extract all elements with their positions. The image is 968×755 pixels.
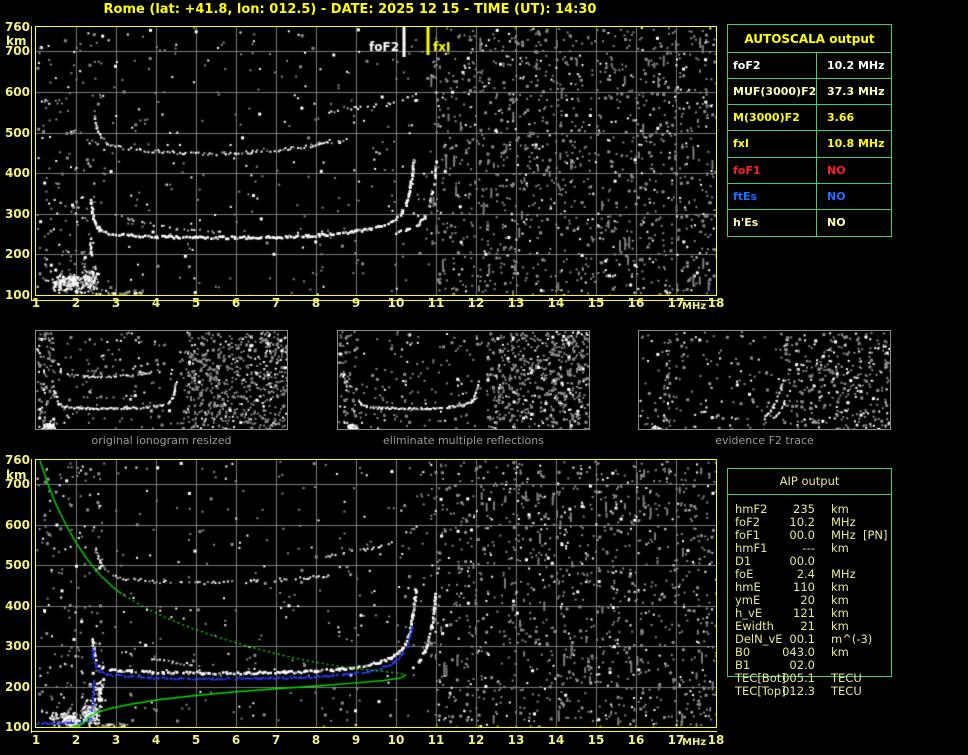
x-tick-label-bottom: 8 bbox=[311, 733, 321, 747]
bottom-plot-outer-axis-line bbox=[31, 459, 32, 733]
aip-row-unit: km bbox=[831, 645, 849, 659]
y-tick-label-top: 700 bbox=[4, 44, 30, 59]
thumbnail-original-ionogram bbox=[35, 330, 288, 430]
autoscala-row-value: NO bbox=[827, 189, 846, 203]
thumbnail-caption-2: eliminate multiple reflections bbox=[383, 434, 544, 447]
aip-row-unit: TECU bbox=[831, 684, 862, 698]
x-tick-label-bottom: 11 bbox=[427, 733, 445, 747]
autoscala-row-value: 37.3 MHz bbox=[827, 85, 885, 99]
autoscala-table-header: AUTOSCALA output bbox=[728, 25, 891, 53]
x-tick-label-top: 2 bbox=[71, 296, 81, 310]
autoscala-row-label: foF2 bbox=[728, 53, 817, 79]
top-ionogram-plot bbox=[35, 26, 717, 296]
x-tick-label-bottom: 6 bbox=[231, 733, 241, 747]
x-tick-label-bottom: 5 bbox=[191, 733, 201, 747]
x-tick-label-top: 12 bbox=[467, 296, 485, 310]
aip-row-value: 012.3 bbox=[782, 684, 815, 698]
x-tick-label-bottom: 3 bbox=[111, 733, 121, 747]
y-tick-label-bottom: 300 bbox=[4, 639, 30, 654]
x-tick-label-bottom: 7 bbox=[271, 733, 281, 747]
x-tick-label-top: 13 bbox=[507, 296, 525, 310]
x-tick-label-bottom: 14 bbox=[547, 733, 565, 747]
top-plot-outer-baseline bbox=[31, 300, 717, 301]
autoscala-row-m3000f2: M(3000)F2 3.66 bbox=[728, 105, 891, 132]
y-tick-label-top: 760 bbox=[4, 20, 30, 34]
y-tick-label-bottom: 200 bbox=[4, 679, 30, 694]
y-tick-label-bottom: 400 bbox=[4, 598, 30, 613]
x-tick-label-top: 7 bbox=[271, 296, 281, 310]
autoscala-row-value: 10.2 MHz bbox=[827, 59, 885, 73]
x-tick-label-top: 15 bbox=[587, 296, 605, 310]
x-tick-label-top: 17 bbox=[667, 296, 685, 310]
x-tick-label-top: 16 bbox=[627, 296, 645, 310]
thumbnail-evidence-f2 bbox=[638, 330, 891, 430]
x-tick-label-bottom: 2 bbox=[71, 733, 81, 747]
thumbnail-caption-3: evidence F2 trace bbox=[715, 434, 814, 447]
autoscala-row-label: ftEs bbox=[728, 183, 817, 209]
y-tick-label-bottom: 760 bbox=[4, 453, 30, 467]
bottom-plot-outer-baseline bbox=[31, 731, 717, 732]
x-tick-label-top: 11 bbox=[427, 296, 445, 310]
autoscala-row-hes: h'Es NO bbox=[728, 209, 891, 236]
aip-table-header: AIP output bbox=[779, 474, 840, 488]
y-tick-label-bottom: 700 bbox=[4, 477, 30, 492]
aip-row-unit: km bbox=[831, 541, 849, 555]
x-tick-label-top: 14 bbox=[547, 296, 565, 310]
aip-header-divider bbox=[727, 494, 892, 495]
x-tick-label-bottom: 13 bbox=[507, 733, 525, 747]
aip-output-table: AIP output hmF2 235 km foF2 10.2 MHz foF1 00.0 M… bbox=[727, 468, 892, 708]
y-tick-label-top: 400 bbox=[4, 166, 30, 181]
autoscala-row-label: M(3000)F2 bbox=[728, 105, 817, 131]
x-tick-label-bottom: 17 bbox=[667, 733, 685, 747]
aip-row-tectop: TEC[Top] 012.3 TECU bbox=[727, 685, 892, 698]
bottom-ionogram-plot bbox=[35, 459, 717, 728]
x-tick-label-bottom: 9 bbox=[351, 733, 361, 747]
x-tick-label-bottom: 15 bbox=[587, 733, 605, 747]
y-tick-label-top: 600 bbox=[4, 84, 30, 99]
autoscala-window: Rome (lat: +41.8, lon: 012.5) - DATE: 20… bbox=[0, 0, 968, 755]
x-tick-label-bottom: 1 bbox=[31, 733, 41, 747]
autoscala-row-ftes: ftEs NO bbox=[728, 183, 891, 210]
x-tick-label-top: 5 bbox=[191, 296, 201, 310]
x-tick-label-top: 9 bbox=[351, 296, 361, 310]
autoscala-row-fxi: fxI 10.8 MHz bbox=[728, 131, 891, 158]
y-tick-label-bottom: 100 bbox=[4, 720, 30, 734]
autoscala-row-label: MUF(3000)F2 bbox=[728, 79, 817, 105]
y-tick-label-top: 200 bbox=[4, 247, 30, 262]
autoscala-row-fof2: foF2 10.2 MHz bbox=[728, 53, 891, 80]
x-tick-label-bottom: 18 bbox=[707, 733, 725, 747]
autoscala-row-muf3000f2: MUF(3000)F2 37.3 MHz bbox=[728, 79, 891, 106]
x-tick-label-top: 4 bbox=[151, 296, 161, 310]
autoscala-row-label: fxI bbox=[728, 131, 817, 157]
autoscala-row-value: NO bbox=[827, 216, 846, 230]
autoscala-row-label: h'Es bbox=[728, 209, 817, 236]
autoscala-row-value: NO bbox=[827, 163, 846, 177]
x-tick-label-top: 10 bbox=[387, 296, 405, 310]
autoscala-row-value: 10.8 MHz bbox=[827, 137, 885, 151]
x-tick-label-top: 18 bbox=[707, 296, 725, 310]
autoscala-row-label: foF1 bbox=[728, 157, 817, 183]
y-tick-label-top: 300 bbox=[4, 206, 30, 221]
thumbnail-caption-1: original ionogram resized bbox=[91, 434, 232, 447]
x-tick-label-bottom: 4 bbox=[151, 733, 161, 747]
y-tick-label-top: 500 bbox=[4, 125, 30, 140]
autoscala-row-value: 3.66 bbox=[827, 111, 855, 125]
x-tick-label-bottom: 16 bbox=[627, 733, 645, 747]
y-tick-label-bottom: 600 bbox=[4, 517, 30, 532]
aip-row-extra: [PN] bbox=[863, 528, 888, 542]
x-tick-label-top: 1 bbox=[31, 296, 41, 310]
page-title: Rome (lat: +41.8, lon: 012.5) - DATE: 20… bbox=[103, 2, 597, 17]
thumbnail-eliminate-reflections bbox=[337, 330, 590, 430]
x-tick-label-top: 8 bbox=[311, 296, 321, 310]
x-tick-label-bottom: 10 bbox=[387, 733, 405, 747]
x-tick-label-top: 3 bbox=[111, 296, 121, 310]
autoscala-row-fof1: foF1 NO bbox=[728, 157, 891, 184]
y-tick-label-bottom: 500 bbox=[4, 558, 30, 573]
autoscala-output-table: AUTOSCALA output foF2 10.2 MHz MUF(3000)F2… bbox=[727, 24, 892, 237]
x-tick-label-bottom: 12 bbox=[467, 733, 485, 747]
x-tick-label-top: 6 bbox=[231, 296, 241, 310]
top-plot-outer-axis-line bbox=[31, 26, 32, 301]
